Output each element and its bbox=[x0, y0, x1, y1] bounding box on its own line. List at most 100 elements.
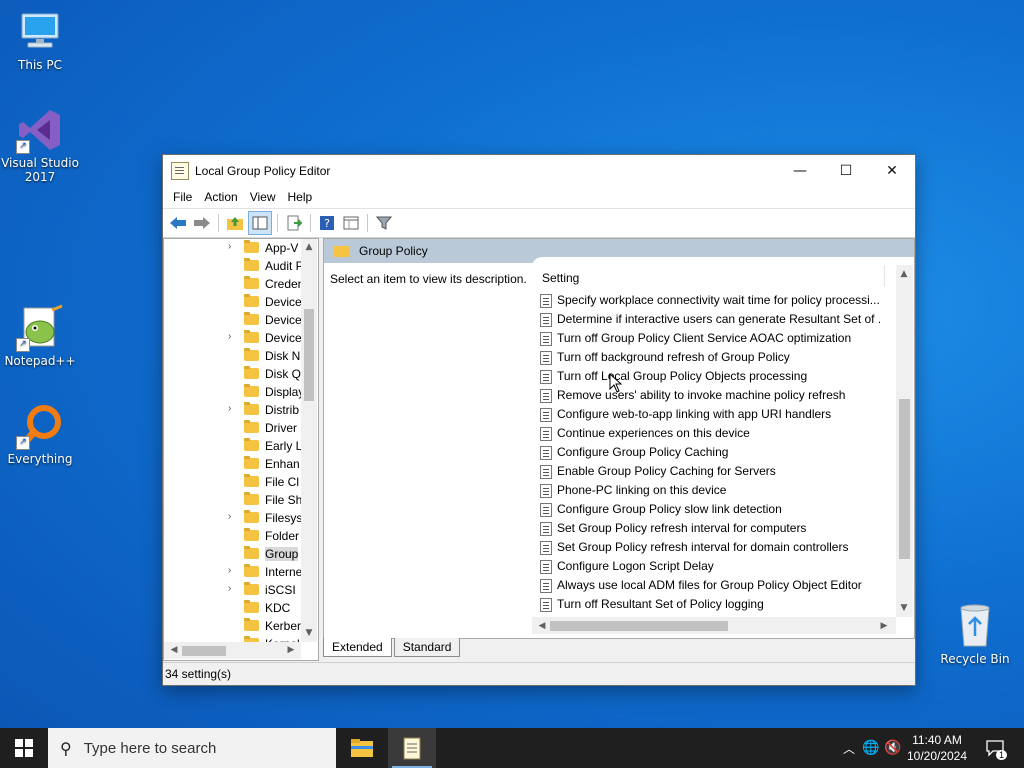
tree-item[interactable]: Folder bbox=[164, 527, 302, 545]
desktop-icon-recycle-bin[interactable]: Recycle Bin bbox=[935, 602, 1015, 666]
tree-item[interactable]: Kernel bbox=[164, 635, 302, 642]
expand-chevron-icon[interactable]: › bbox=[228, 241, 231, 252]
expand-chevron-icon[interactable]: › bbox=[228, 511, 231, 522]
volume-muted-icon[interactable]: 🔇 bbox=[882, 740, 904, 756]
setting-row[interactable]: Phone-PC linking on this device bbox=[540, 481, 880, 500]
setting-row[interactable]: Configure web-to-app linking with app UR… bbox=[540, 405, 880, 424]
tree-item[interactable]: › Device bbox=[164, 329, 302, 347]
setting-row[interactable]: Turn off Resultant Set of Policy logging bbox=[540, 595, 880, 614]
scroll-thumb[interactable] bbox=[182, 646, 226, 656]
setting-row[interactable]: Configure Group Policy slow link detecti… bbox=[540, 500, 880, 519]
expand-chevron-icon[interactable]: › bbox=[228, 331, 231, 342]
close-button[interactable]: ✕ bbox=[869, 155, 915, 186]
scroll-down-icon[interactable]: ▼ bbox=[301, 628, 317, 638]
settings-list[interactable]: Setting Specify workplace connectivity w… bbox=[532, 257, 914, 638]
scroll-left-icon[interactable]: ◀ bbox=[534, 621, 550, 631]
export-list-icon[interactable] bbox=[283, 212, 305, 234]
taskbar-search-box[interactable]: ⚲ Type here to search bbox=[48, 728, 336, 768]
scroll-up-icon[interactable]: ▲ bbox=[301, 242, 317, 252]
tree-item[interactable]: KDC bbox=[164, 599, 302, 617]
tree-item[interactable]: Disk N bbox=[164, 347, 302, 365]
settings-horizontal-scrollbar[interactable]: ◀ ▶ bbox=[532, 617, 896, 634]
setting-row[interactable]: Turn off Local Group Policy Objects proc… bbox=[540, 367, 880, 386]
scroll-thumb[interactable] bbox=[304, 309, 314, 401]
tree-item[interactable]: › App-V bbox=[164, 239, 302, 257]
tree-item[interactable]: Driver bbox=[164, 419, 302, 437]
forward-icon[interactable] bbox=[191, 212, 213, 234]
title-bar[interactable]: Local Group Policy Editor — ☐ ✕ bbox=[163, 155, 915, 186]
setting-row[interactable]: Always use local ADM files for Group Pol… bbox=[540, 576, 880, 595]
desktop-icon-everything[interactable]: ↗ Everything bbox=[0, 402, 80, 466]
setting-row[interactable]: Specify workplace connectivity wait time… bbox=[540, 291, 880, 310]
setting-row[interactable]: Turn off Group Policy Client Service AOA… bbox=[540, 329, 880, 348]
setting-row[interactable]: Continue experiences on this device bbox=[540, 424, 880, 443]
tree-item[interactable]: Kerber bbox=[164, 617, 302, 635]
scroll-left-icon[interactable]: ◀ bbox=[166, 645, 182, 655]
tree-item[interactable]: Enhan bbox=[164, 455, 302, 473]
tree-item-label: Early L bbox=[265, 439, 302, 453]
properties-icon[interactable] bbox=[340, 212, 362, 234]
setting-row[interactable]: Configure Group Policy Caching bbox=[540, 443, 880, 462]
tree-horizontal-scrollbar[interactable]: ◀ ▶ bbox=[164, 642, 301, 659]
tree-item[interactable]: Creden bbox=[164, 275, 302, 293]
tree-item[interactable]: Device bbox=[164, 311, 302, 329]
tree-item[interactable]: Display bbox=[164, 383, 302, 401]
tree-item[interactable]: File Sh bbox=[164, 491, 302, 509]
maximize-button[interactable]: ☐ bbox=[823, 155, 869, 186]
network-globe-icon[interactable]: 🌐 bbox=[860, 740, 882, 756]
action-center-button[interactable]: 1 bbox=[980, 728, 1010, 768]
desktop-icon-notepad-plus-plus[interactable]: ↗ Notepad++ bbox=[0, 304, 80, 368]
taskbar-file-explorer[interactable] bbox=[338, 728, 386, 768]
setting-row[interactable]: Set Group Policy refresh interval for co… bbox=[540, 519, 880, 538]
desktop-icon-visual-studio[interactable]: ↗ Visual Studio 2017 bbox=[0, 106, 80, 184]
start-button[interactable] bbox=[0, 728, 48, 768]
setting-row[interactable]: Configure Logon Script Delay bbox=[540, 557, 880, 576]
tree-vertical-scrollbar[interactable]: ▲ ▼ bbox=[301, 239, 317, 642]
tree-item[interactable]: › Filesys bbox=[164, 509, 302, 527]
group-policy-editor-window[interactable]: Local Group Policy Editor — ☐ ✕ File Act… bbox=[162, 154, 916, 686]
tab-extended[interactable]: Extended bbox=[323, 638, 392, 657]
expand-chevron-icon[interactable]: › bbox=[228, 403, 231, 414]
show-hide-tree-icon[interactable] bbox=[248, 211, 272, 235]
menu-help[interactable]: Help bbox=[282, 190, 319, 204]
setting-row[interactable]: Determine if interactive users can gener… bbox=[540, 310, 880, 329]
settings-vertical-scrollbar[interactable]: ▲ ▼ bbox=[896, 265, 913, 617]
tree-item[interactable]: Device bbox=[164, 293, 302, 311]
setting-row[interactable]: Turn off background refresh of Group Pol… bbox=[540, 348, 880, 367]
taskbar-clock[interactable]: 11:40 AM 10/20/2024 bbox=[902, 732, 972, 764]
minimize-button[interactable]: — bbox=[777, 155, 823, 186]
setting-name: Specify workplace connectivity wait time… bbox=[557, 293, 880, 307]
tree-item[interactable]: Group bbox=[164, 545, 302, 563]
policy-tree-pane[interactable]: › App-V Audit P Creden Device Device › Device Di… bbox=[163, 238, 319, 661]
filter-icon[interactable] bbox=[373, 212, 395, 234]
back-icon[interactable] bbox=[167, 212, 189, 234]
menu-action[interactable]: Action bbox=[198, 190, 243, 204]
tree-item[interactable]: File Cl bbox=[164, 473, 302, 491]
expand-chevron-icon[interactable]: › bbox=[228, 583, 231, 594]
setting-row[interactable]: Enable Group Policy Caching for Servers bbox=[540, 462, 880, 481]
tree-item[interactable]: Early L bbox=[164, 437, 302, 455]
chevron-up-icon[interactable]: ︿ bbox=[838, 740, 860, 757]
scroll-thumb[interactable] bbox=[550, 621, 728, 631]
setting-row[interactable]: Set Group Policy refresh interval for do… bbox=[540, 538, 880, 557]
scroll-up-icon[interactable]: ▲ bbox=[896, 269, 912, 279]
desktop-icon-this-pc[interactable]: This PC bbox=[0, 8, 80, 72]
help-icon[interactable]: ? bbox=[316, 212, 338, 234]
up-folder-icon[interactable] bbox=[224, 212, 246, 234]
setting-row[interactable]: Remove users' ability to invoke machine … bbox=[540, 386, 880, 405]
tree-item[interactable]: › Distrib bbox=[164, 401, 302, 419]
menu-view[interactable]: View bbox=[244, 190, 282, 204]
scroll-right-icon[interactable]: ▶ bbox=[876, 621, 892, 631]
scroll-down-icon[interactable]: ▼ bbox=[896, 603, 912, 613]
expand-chevron-icon[interactable]: › bbox=[228, 565, 231, 576]
scroll-right-icon[interactable]: ▶ bbox=[283, 645, 299, 655]
tree-item[interactable]: › iSCSI bbox=[164, 581, 302, 599]
tab-standard[interactable]: Standard bbox=[393, 638, 461, 657]
tree-item[interactable]: Audit P bbox=[164, 257, 302, 275]
tree-item[interactable]: › Interne bbox=[164, 563, 302, 581]
tree-item[interactable]: Disk Q bbox=[164, 365, 302, 383]
scroll-thumb[interactable] bbox=[899, 399, 910, 559]
column-header-setting[interactable]: Setting bbox=[542, 271, 579, 285]
taskbar-notepad[interactable] bbox=[388, 728, 436, 768]
menu-file[interactable]: File bbox=[167, 190, 198, 204]
